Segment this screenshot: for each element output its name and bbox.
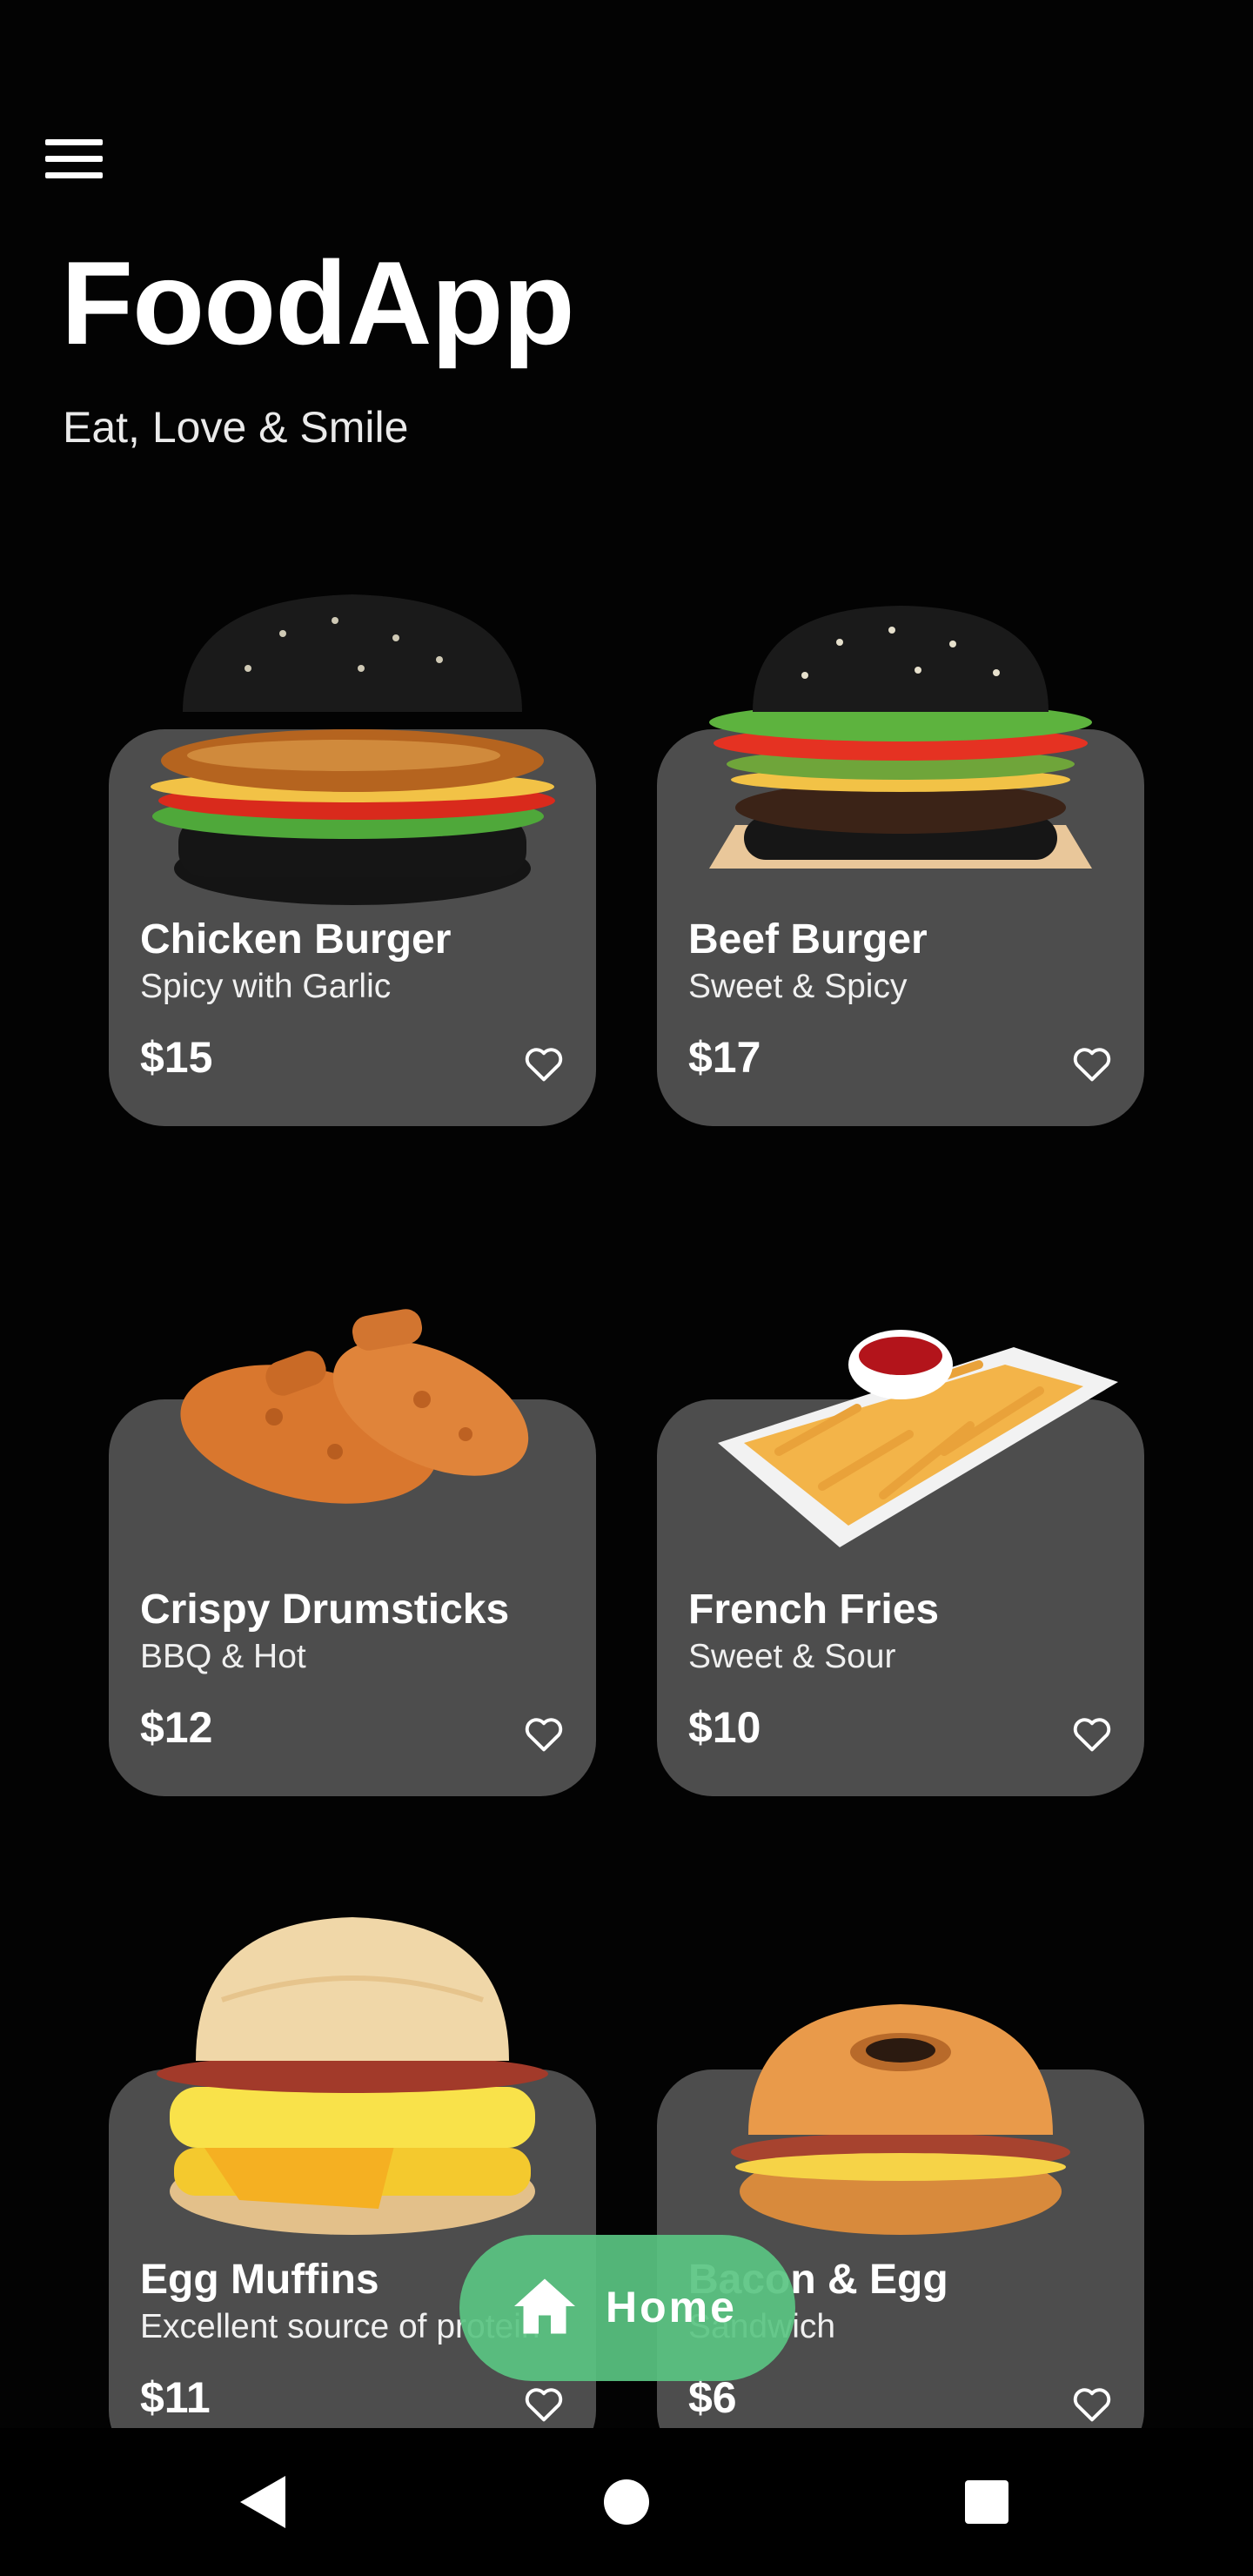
back-triangle-icon[interactable] (223, 2463, 301, 2541)
food-description: Sweet & Spicy (688, 968, 908, 1005)
system-navigation-bar (0, 2428, 1253, 2576)
chicken-burger-image (135, 555, 570, 921)
egg-muffin-image (135, 1895, 570, 2261)
home-nav-label: Home (606, 2283, 737, 2331)
food-card-crispy-drumsticks[interactable]: Crispy Drumsticks BBQ & Hot $12 (109, 1309, 596, 1796)
menu-bar-line (45, 171, 103, 178)
food-description: Sweet & Sour (688, 1638, 896, 1675)
app-tagline: Eat, Love & Smile (63, 403, 409, 452)
beef-burger-image (683, 573, 1118, 938)
food-description: BBQ & Hot (140, 1638, 306, 1675)
food-name: French Fries (688, 1587, 940, 1633)
menu-bar-line (45, 155, 103, 162)
food-price: $15 (140, 1033, 213, 1082)
favorite-heart-icon[interactable] (521, 1711, 566, 1756)
favorite-heart-icon[interactable] (1069, 1711, 1115, 1756)
food-card-beef-burger[interactable]: Beef Burger Sweet & Spicy $17 (657, 606, 1144, 1126)
food-name: Crispy Drumsticks (140, 1587, 510, 1633)
home-icon (508, 2270, 581, 2343)
hamburger-menu-icon[interactable] (45, 131, 124, 186)
food-card-french-fries[interactable]: French Fries Sweet & Sour $10 (657, 1330, 1144, 1796)
favorite-heart-icon[interactable] (1069, 2381, 1115, 2426)
food-description: Spicy with Garlic (140, 968, 392, 1005)
home-circle-icon[interactable] (587, 2463, 666, 2541)
food-price: $17 (688, 1033, 761, 1082)
favorite-heart-icon[interactable] (521, 2381, 566, 2426)
home-nav-button[interactable]: Home (459, 2235, 795, 2381)
app-title: FoodApp (61, 237, 575, 369)
food-card-chicken-burger[interactable]: Chicken Burger Spicy with Garlic $15 (109, 594, 596, 1126)
food-name: Chicken Burger (140, 916, 452, 963)
menu-bar-line (45, 138, 103, 145)
food-name: Beef Burger (688, 916, 928, 963)
status-bar (0, 0, 1253, 70)
recents-square-icon[interactable] (948, 2463, 1026, 2541)
food-price: $10 (688, 1703, 761, 1752)
favorite-heart-icon[interactable] (521, 1041, 566, 1086)
food-price: $12 (140, 1703, 213, 1752)
food-price: $11 (140, 2373, 211, 2422)
favorite-heart-icon[interactable] (1069, 1041, 1115, 1086)
food-name: Egg Muffins (140, 2257, 379, 2303)
